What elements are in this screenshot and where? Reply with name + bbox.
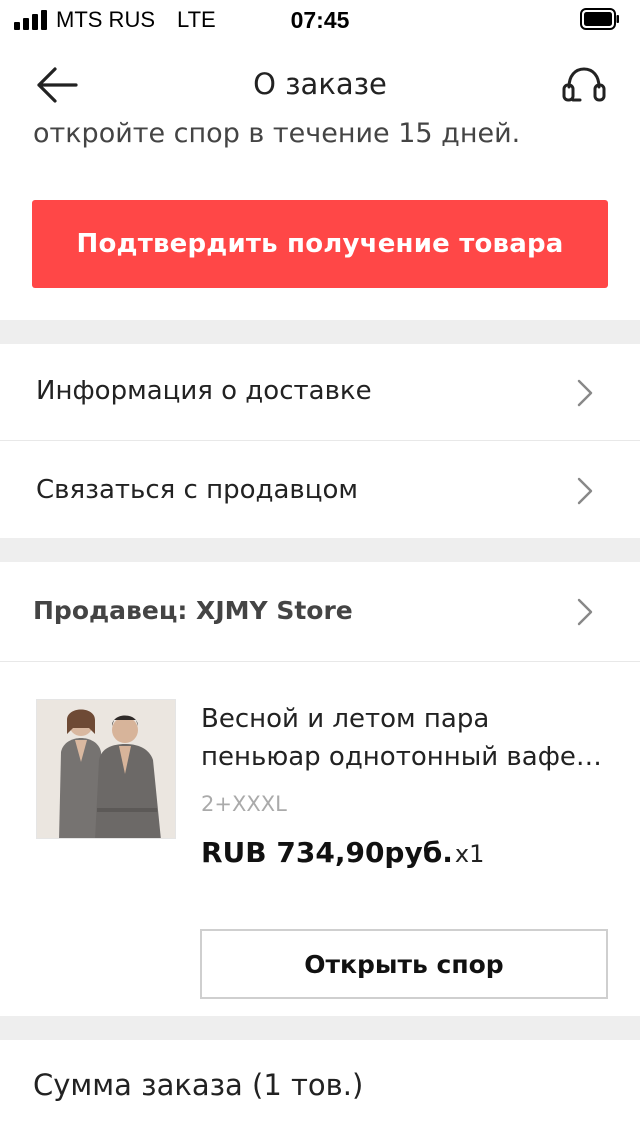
price-value: RUB 734,90руб.: [201, 836, 453, 869]
product-image[interactable]: [36, 699, 176, 839]
dispute-notice-label: откройте спор в течение 15 дней.: [33, 118, 521, 149]
seller-name: Продавец: XJMY Store: [33, 596, 353, 625]
chevron-right-icon: [574, 476, 596, 506]
page-title: О заказе: [253, 67, 387, 101]
battery-icon: [580, 8, 620, 30]
delivery-info-row[interactable]: Информация о доставке: [0, 344, 640, 440]
row-divider: [0, 661, 640, 662]
chevron-right-icon: [574, 597, 596, 627]
product-title-line: пеньюар однотонный вафе…: [201, 742, 602, 772]
order-summary-label: Сумма заказа (1 тов.): [33, 1068, 364, 1102]
product-title[interactable]: Весной и летом пара пеньюар однотонный в…: [201, 700, 606, 776]
headset-icon[interactable]: [560, 64, 608, 108]
chevron-right-icon: [574, 378, 596, 408]
section-separator: [0, 538, 640, 562]
status-time: 07:45: [290, 7, 350, 33]
status-bar: MTS RUS LTE 07:45: [0, 0, 640, 40]
product-price: RUB 734,90руб.x1: [201, 836, 484, 869]
open-dispute-button[interactable]: Открыть спор: [200, 929, 608, 999]
contact-seller-label: Связаться с продавцом: [36, 475, 358, 505]
product-title-line: Весной и летом пара: [201, 704, 490, 734]
arrow-left-icon[interactable]: [34, 66, 80, 104]
product-variant: 2+XXXL: [201, 792, 287, 816]
network-type: LTE: [177, 7, 216, 32]
contact-seller-row[interactable]: Связаться с продавцом: [0, 441, 640, 538]
section-separator: [0, 1016, 640, 1040]
delivery-info-label: Информация о доставке: [36, 376, 372, 406]
product-quantity: x1: [454, 840, 485, 868]
dispute-notice-text: откройте спор в течение 15 дней.: [33, 112, 633, 150]
carrier-name: MTS RUS: [56, 7, 155, 32]
confirm-receipt-button[interactable]: Подтвердить получение товара: [32, 200, 608, 288]
section-separator: [0, 320, 640, 344]
signal-icon: [14, 10, 50, 30]
